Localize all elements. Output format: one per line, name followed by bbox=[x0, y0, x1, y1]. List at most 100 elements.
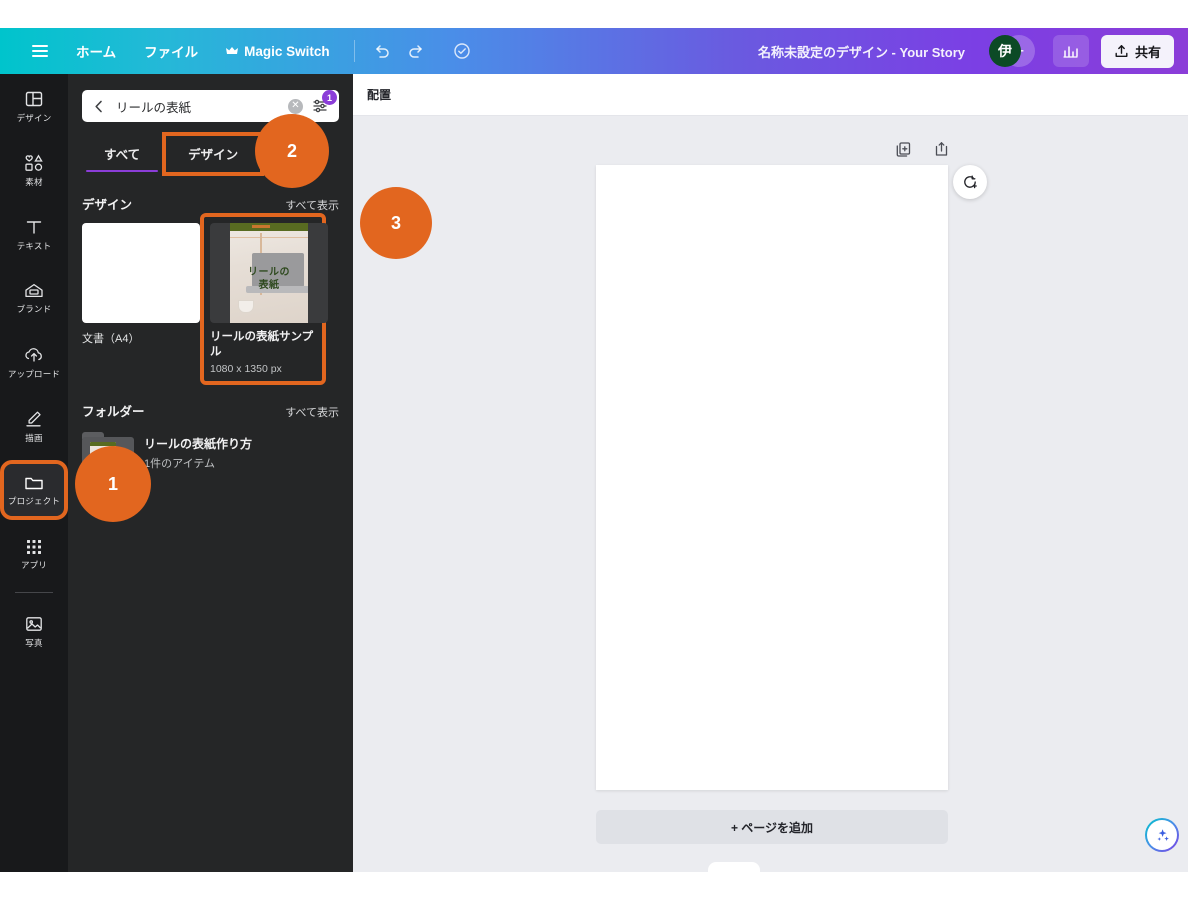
undo-icon bbox=[373, 42, 391, 60]
pen-icon bbox=[23, 409, 45, 429]
annotation-number: 3 bbox=[390, 212, 401, 233]
bar-chart-icon bbox=[1062, 43, 1079, 59]
photo-icon bbox=[24, 614, 44, 634]
design-see-all-link[interactable]: すべて表示 bbox=[285, 197, 339, 213]
top-bar: ホーム ファイル Magic Switch 名称未設定のデザイン - Your … bbox=[0, 28, 1188, 74]
tab-label: デザイン bbox=[188, 148, 239, 162]
filter-button[interactable]: 1 bbox=[309, 90, 337, 117]
annotation-marker-3: 3 bbox=[360, 187, 432, 259]
upload-icon bbox=[1114, 44, 1129, 59]
toolbar-divider bbox=[353, 40, 355, 62]
tab-designs[interactable]: デザイン bbox=[162, 132, 265, 176]
avatar[interactable]: 伊 bbox=[988, 35, 1021, 67]
design-thumbnail[interactable]: リールの 表紙 bbox=[210, 223, 328, 323]
duplicate-page-icon[interactable] bbox=[892, 138, 914, 160]
sidebar-item-design[interactable]: デザイン bbox=[4, 80, 64, 132]
magic-switch-button[interactable]: Magic Switch bbox=[212, 38, 344, 65]
thumbnail-cup bbox=[238, 300, 254, 313]
sidebar-item-apps[interactable]: アプリ bbox=[4, 528, 64, 580]
annotation-number: 2 bbox=[286, 140, 297, 161]
left-rail: デザイン 素材 テキスト ブランド アップロード 描画 プロジェクト アプリ 写… bbox=[0, 74, 68, 872]
search-input[interactable]: リールの表紙 bbox=[110, 97, 288, 116]
cloud-status-button[interactable] bbox=[445, 34, 479, 68]
design-card-blank[interactable]: 文書（A4） bbox=[82, 223, 200, 375]
folder-text-block: リールの表紙作り方 1件のアイテム bbox=[144, 435, 252, 471]
add-page-icon[interactable] bbox=[930, 138, 952, 160]
document-title[interactable]: 名称未設定のデザイン - Your Story bbox=[758, 42, 965, 61]
position-button[interactable]: 配置 bbox=[367, 86, 391, 103]
design-grid: 文書（A4） リールの 表紙 リールの表紙サンプル 1080 x 1350 px bbox=[82, 213, 339, 385]
clear-circle-icon[interactable]: ✕ bbox=[288, 98, 303, 114]
sidebar-item-label: 描画 bbox=[25, 432, 43, 443]
sidebar-item-label: デザイン bbox=[16, 112, 52, 123]
sidebar-item-label: アプリ bbox=[20, 559, 48, 570]
page-tools bbox=[892, 138, 952, 160]
ai-assistant-button[interactable] bbox=[1145, 818, 1179, 852]
undo-button[interactable] bbox=[365, 34, 399, 68]
magic-refresh-icon bbox=[961, 173, 979, 191]
canva-editor-window: ホーム ファイル Magic Switch 名称未設定のデザイン - Your … bbox=[0, 0, 1200, 900]
bottom-panel-handle[interactable] bbox=[708, 862, 760, 880]
design-section: デザイン すべて表示 文書（A4） リールの 表紙 リールの表紙サンプル 108… bbox=[68, 172, 353, 385]
sidebar-item-brand[interactable]: ブランド bbox=[4, 272, 64, 324]
thumbnail-top-band bbox=[230, 223, 308, 231]
top-bar-right-group: 名称未設定のデザイン - Your Story + 伊 bbox=[758, 34, 1188, 68]
design-card-title: リールの表紙サンプル bbox=[210, 331, 314, 358]
redo-icon bbox=[407, 42, 425, 60]
share-label: 共有 bbox=[1134, 44, 1161, 60]
share-button[interactable]: 共有 bbox=[1100, 34, 1174, 68]
folder-section-head: フォルダー すべて表示 bbox=[82, 401, 339, 420]
crown-icon bbox=[226, 46, 239, 56]
sidebar-item-photos[interactable]: 写真 bbox=[4, 605, 64, 657]
folder-item-count: 1件のアイテム bbox=[144, 457, 216, 470]
search-area: リールの表紙 ✕ 1 bbox=[68, 74, 353, 122]
design-section-head: デザイン すべて表示 bbox=[82, 194, 339, 213]
sidebar-item-label: 写真 bbox=[25, 637, 43, 648]
sidebar-item-uploads[interactable]: アップロード bbox=[4, 336, 64, 388]
add-page-button[interactable]: + ページを追加 bbox=[596, 810, 948, 844]
annotation-marker-2: 2 bbox=[255, 114, 329, 188]
sidebar-item-projects[interactable]: プロジェクト bbox=[0, 460, 68, 520]
home-button[interactable]: ホーム bbox=[62, 35, 130, 67]
rail-divider bbox=[15, 592, 53, 593]
filter-badge: 1 bbox=[322, 90, 337, 105]
apps-grid-icon bbox=[25, 538, 43, 556]
main-menu-button[interactable] bbox=[18, 39, 62, 63]
design-thumbnail[interactable] bbox=[82, 223, 200, 323]
folder-name: リールの表紙作り方 bbox=[144, 436, 253, 451]
sparkle-icon bbox=[1154, 827, 1171, 844]
magic-switch-label: Magic Switch bbox=[244, 43, 330, 59]
sidebar-item-elements[interactable]: 素材 bbox=[4, 144, 64, 196]
top-bar-left-group: ホーム ファイル Magic Switch bbox=[0, 34, 479, 68]
sidebar-item-text[interactable]: テキスト bbox=[4, 208, 64, 260]
brand-icon bbox=[23, 282, 45, 300]
section-title: フォルダー bbox=[82, 404, 145, 419]
design-card-meta: 文書（A4） bbox=[82, 333, 140, 345]
insights-button[interactable] bbox=[1052, 35, 1089, 67]
thumbnail-line bbox=[230, 237, 308, 238]
cloud-upload-icon bbox=[23, 345, 45, 365]
sidebar-item-label: プロジェクト bbox=[7, 495, 61, 506]
window-frame-bottom bbox=[0, 872, 1200, 900]
redo-button[interactable] bbox=[399, 34, 433, 68]
magic-refresh-button[interactable] bbox=[953, 165, 987, 199]
avatar-initial: 伊 bbox=[997, 43, 1012, 59]
chevron-left-icon[interactable] bbox=[88, 100, 110, 113]
sidebar-item-label: 素材 bbox=[25, 176, 43, 187]
design-canvas-page[interactable] bbox=[596, 165, 948, 790]
tab-all[interactable]: すべて bbox=[82, 136, 162, 172]
sidebar-item-label: ブランド bbox=[16, 303, 52, 314]
file-button[interactable]: ファイル bbox=[130, 35, 212, 67]
window-frame-top bbox=[0, 0, 1200, 28]
sidebar-item-label: アップロード bbox=[7, 368, 61, 379]
hamburger-icon bbox=[32, 45, 48, 57]
annotation-number: 1 bbox=[107, 473, 118, 494]
sidebar-item-draw[interactable]: 描画 bbox=[4, 400, 64, 452]
folder-see-all-link[interactable]: すべて表示 bbox=[285, 404, 339, 420]
design-card-reel-cover[interactable]: リールの 表紙 リールの表紙サンプル 1080 x 1350 px bbox=[200, 213, 328, 385]
folder-icon bbox=[23, 474, 45, 492]
window-frame-right bbox=[1188, 0, 1200, 900]
section-title: デザイン bbox=[82, 198, 133, 212]
home-label: ホーム bbox=[76, 45, 117, 60]
editor-toolbar: 配置 bbox=[353, 74, 1188, 116]
